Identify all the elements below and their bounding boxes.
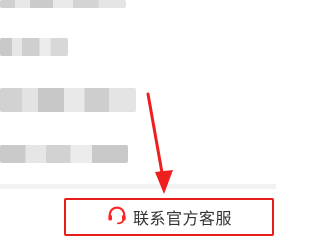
- blurred-text-3: [0, 88, 136, 112]
- blurred-text-2: [0, 38, 68, 56]
- arrow-head: [155, 170, 173, 194]
- arrow-shaft: [146, 92, 166, 186]
- headset-icon: [106, 205, 128, 229]
- app-screen: 联系官方客服: [0, 0, 320, 240]
- section-divider: [0, 184, 276, 189]
- blurred-text-1: [0, 0, 126, 8]
- contact-official-support-button[interactable]: 联系官方客服: [64, 198, 274, 236]
- contact-support-label: 联系官方客服: [132, 209, 232, 228]
- blurred-text-4: [0, 145, 128, 163]
